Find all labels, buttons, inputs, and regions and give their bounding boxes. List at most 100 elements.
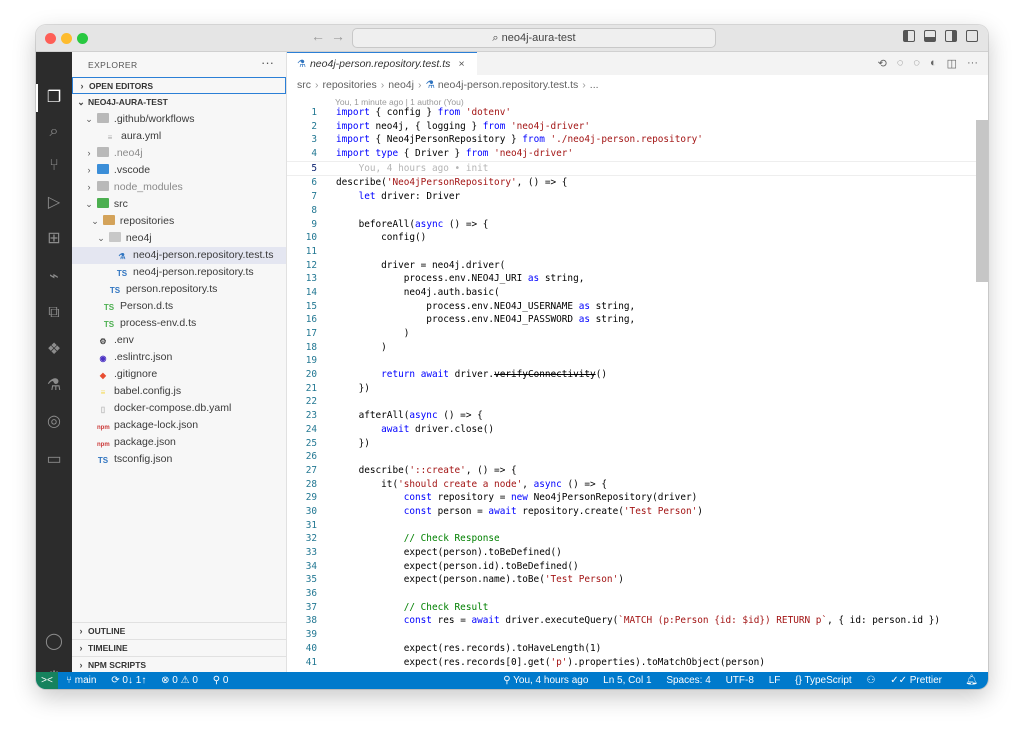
command-center-search[interactable]: ⌕ neo4j-aura-test [352,28,716,48]
breadcrumb-item[interactable]: ... [590,79,599,91]
close-icon[interactable]: × [458,58,464,70]
tree-item-repository-file[interactable]: TS neo4j-person.repository.ts [72,264,286,281]
git-lens-icon[interactable]: ◐ [930,57,937,70]
code-line[interactable]: 37 // Check Result [287,601,987,615]
code-line[interactable]: 24 await driver.close() [287,423,987,437]
tree-item-node-modules[interactable]: › node_modules [72,179,286,196]
code-line[interactable]: 2 import neo4j, { logging } from 'neo4j-d… [287,120,987,134]
tab-test-file[interactable]: ⚗ neo4j-person.repository.test.ts × [287,52,477,75]
toggle-secondary-sidebar-icon[interactable] [945,30,957,42]
code-line[interactable]: 38 const res = await driver.executeQuery… [287,614,987,628]
code-line[interactable]: 35 expect(person.name).toBe('Test Person… [287,573,987,587]
code-line[interactable]: 5 You, 4 hours ago • init [287,160,987,177]
forward-arrow-icon[interactable]: → [331,28,345,44]
code-line[interactable]: 3 import { Neo4jPersonRepository } from '… [287,133,987,147]
indentation[interactable]: Spaces: 4 [666,675,710,686]
code-line[interactable]: 13 process.env.NEO4J_URI as string, [287,272,987,286]
more-actions-icon[interactable]: ··· [967,57,978,70]
extensions-icon[interactable]: ⊞ [44,229,64,249]
code-line[interactable]: 23 afterAll(async () => { [287,409,987,423]
tree-item-neo4j-dir[interactable]: › .neo4j [72,145,286,162]
language-mode[interactable]: {} TypeScript [795,675,852,686]
code-line[interactable]: 11 [287,245,987,259]
sync-status[interactable]: ⟳ 0↓ 1↑ [111,675,146,686]
project-section[interactable]: ⌄ NEO4J-AURA-TEST [72,94,286,111]
tree-item-package-lock[interactable]: npm package-lock.json [72,417,286,434]
branch-status[interactable]: ⑂ main [66,675,96,686]
back-arrow-icon[interactable]: ← [311,28,325,44]
code-line[interactable]: 1 import { config } from 'dotenv' [287,106,987,120]
zoom-window-button[interactable] [77,33,88,44]
breadcrumb-item[interactable]: neo4j [388,79,414,91]
code-line[interactable]: 28 it('should create a node', async () =… [287,478,987,492]
ports-status[interactable]: ⚲ 0 [213,675,229,686]
code-line[interactable]: 22 [287,395,987,409]
code-line[interactable]: 20 return await driver.verifyConnectivit… [287,368,987,382]
code-line[interactable]: 30 const person = await repository.creat… [287,505,987,519]
source-control-icon[interactable]: ⑂ [44,156,64,176]
tree-item-vscode[interactable]: › .vscode [72,162,286,179]
code-line[interactable]: 17 ) [287,327,987,341]
code-line[interactable]: 10 config() [287,231,987,245]
git-previous-icon[interactable]: ◌ [897,57,904,70]
search-view-icon[interactable]: ⌕ [44,122,64,142]
breadcrumb-item[interactable]: src [297,79,311,91]
code-line[interactable]: 7 let driver: Driver [287,190,987,204]
code-line[interactable]: 41 expect(res.records[0].get('p').proper… [287,656,987,670]
tree-item-eslintrc[interactable]: ◉ .eslintrc.json [72,349,286,366]
bell-icon[interactable]: 🔔︎ [965,672,978,689]
code-line[interactable]: 36 [287,587,987,601]
tree-item-env[interactable]: ⚙ .env [72,332,286,349]
code-line[interactable]: 32 // Check Response [287,532,987,546]
outline-section[interactable]: › OUTLINE [72,622,286,640]
copilot-icon[interactable]: ⚇ [866,675,875,686]
breadcrumb-item[interactable]: neo4j-person.repository.test.ts [438,79,578,91]
tree-item-repositories[interactable]: ⌄ repositories [72,213,286,230]
tree-item-test-file[interactable]: ⚗ neo4j-person.repository.test.ts [72,247,286,264]
timeline-section[interactable]: › TIMELINE [72,639,286,657]
close-window-button[interactable] [45,33,56,44]
toggle-sidebar-icon[interactable] [903,30,915,42]
run-debug-icon[interactable]: ▷ [44,193,64,213]
ports-icon[interactable]: ⌁ [44,267,64,287]
code-line[interactable]: 4 import type { Driver } from 'neo4j-driv… [287,147,987,161]
tree-item-tsconfig[interactable]: TS tsconfig.json [72,451,286,468]
tree-item-person-repository[interactable]: TS person.repository.ts [72,281,286,298]
remote-explorer-icon[interactable]: ⧉ [44,303,64,323]
code-editor[interactable]: 1 import { config } from 'dotenv' 2 import … [287,106,987,669]
code-line[interactable]: 27 describe('::create', () => { [287,464,987,478]
split-editor-icon[interactable]: ◫ [947,57,957,70]
breadcrumb-item[interactable]: repositories [323,79,377,91]
code-line[interactable]: 39 [287,628,987,642]
code-line[interactable]: 9 beforeAll(async () => { [287,218,987,232]
code-line[interactable]: 16 process.env.NEO4J_PASSWORD as string, [287,313,987,327]
encoding[interactable]: UTF-8 [726,675,754,686]
toggle-panel-icon[interactable] [924,30,936,42]
code-line[interactable]: 34 expect(person.id).toBeDefined() [287,560,987,574]
tree-item-package-json[interactable]: npm package.json [72,434,286,451]
tree-item-src[interactable]: ⌄ src [72,196,286,213]
code-line[interactable]: 31 [287,519,987,533]
code-line[interactable]: 6 describe('Neo4jPersonRepository', () =>… [287,176,987,190]
customize-layout-icon[interactable] [966,30,978,42]
code-line[interactable]: 15 process.env.NEO4J_USERNAME as string, [287,300,987,314]
problems-status[interactable]: ⊗ 0 ⚠ 0 [161,675,198,686]
tree-item-aura-yml[interactable]: ≡ aura.yml [72,128,286,145]
code-line[interactable]: 26 [287,450,987,464]
code-line[interactable]: 8 [287,204,987,218]
code-line[interactable]: 18 ) [287,341,987,355]
code-line[interactable]: 14 neo4j.auth.basic( [287,286,987,300]
more-actions-icon[interactable]: ··· [261,55,274,70]
tree-item-docker-compose[interactable]: ▯ docker-compose.db.yaml [72,400,286,417]
code-line[interactable]: 12 driver = neo4j.driver( [287,259,987,273]
tree-item-babel[interactable]: ≡ babel.config.js [72,383,286,400]
tree-item-person-dts[interactable]: TS Person.d.ts [72,298,286,315]
tree-item-github-workflows[interactable]: ⌄ .github/workflows [72,111,286,128]
tree-item-process-env[interactable]: TS process-env.d.ts [72,315,286,332]
tree-item-gitignore[interactable]: ◆ .gitignore [72,366,286,383]
open-editors-section[interactable]: › OPEN EDITORS [72,77,286,94]
account-icon[interactable]: ◯ [44,632,64,652]
end-of-line[interactable]: LF [769,675,781,686]
git-next-icon[interactable]: ◌ [913,57,920,70]
cursor-position[interactable]: Ln 5, Col 1 [603,675,651,686]
